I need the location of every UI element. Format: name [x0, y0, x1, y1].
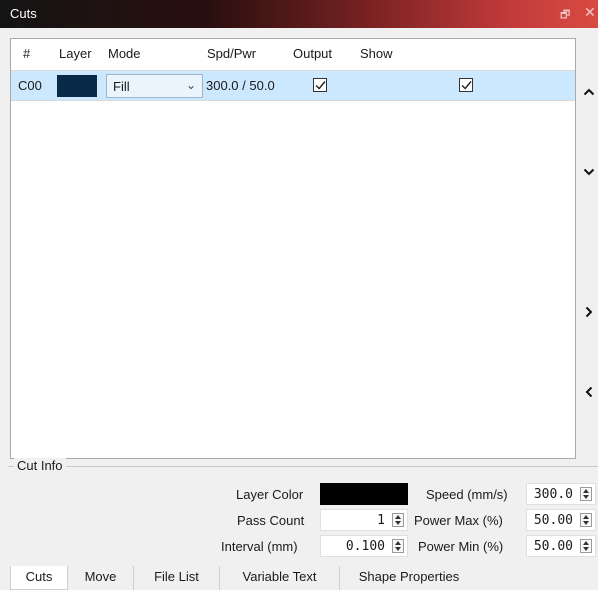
power-max-label: Power Max (%) [414, 513, 503, 528]
power-min-value: 50.00 [533, 539, 573, 554]
column-header-spd-pwr[interactable]: Spd/Pwr [207, 46, 256, 61]
move-down-button[interactable] [580, 156, 598, 186]
move-left-button[interactable] [580, 378, 598, 408]
move-right-button[interactable] [580, 298, 598, 328]
power-min-spinbox[interactable]: 50.00 [526, 535, 596, 557]
spin-arrows-icon[interactable] [580, 487, 592, 501]
table-row[interactable]: C00 Fill ⌄ 300.0 / 50.0 [11, 70, 575, 101]
column-header-output[interactable]: Output [293, 46, 332, 61]
pass-count-spinbox[interactable]: 1 [320, 509, 408, 531]
power-min-label: Power Min (%) [418, 539, 504, 554]
checkmark-icon [315, 81, 326, 90]
cuts-table: # Layer Mode Spd/Pwr Output Show C00 Fil… [10, 38, 576, 459]
close-icon[interactable]: ✕ [584, 4, 596, 21]
tab-variable-text[interactable]: Variable Text [220, 566, 340, 590]
layer-color-label: Layer Color [236, 487, 304, 502]
spd-pwr-value: 300.0 / 50.0 [206, 78, 275, 93]
column-header-show[interactable]: Show [360, 46, 393, 61]
column-header-mode[interactable]: Mode [108, 46, 141, 61]
column-header-layer[interactable]: Layer [59, 46, 92, 61]
spin-arrows-icon[interactable] [580, 513, 592, 527]
chevron-right-icon [585, 306, 593, 318]
interval-spinbox[interactable]: 0.100 [320, 535, 408, 557]
power-max-value: 50.00 [533, 513, 573, 528]
float-icon[interactable]: 🗗 [560, 6, 570, 25]
tab-shape-properties[interactable]: Shape Properties [340, 566, 478, 590]
row-id: C00 [18, 78, 42, 93]
pass-count-value: 1 [377, 513, 385, 528]
chevron-up-icon [583, 88, 595, 96]
tab-cuts[interactable]: Cuts [10, 566, 68, 590]
chevron-left-icon [585, 386, 593, 398]
panel-title: Cuts [10, 6, 37, 21]
cut-info-legend: Cut Info [14, 458, 66, 473]
output-checkbox[interactable] [313, 78, 327, 92]
chevron-down-icon: ⌄ [185, 78, 196, 92]
layer-color-picker[interactable] [320, 483, 408, 505]
power-max-spinbox[interactable]: 50.00 [526, 509, 596, 531]
bottom-tab-bar: Cuts Move File List Variable Text Shape … [10, 566, 598, 590]
mode-select[interactable]: Fill ⌄ [106, 74, 203, 98]
layer-color-swatch[interactable] [57, 75, 97, 97]
cut-info-group: Cut Info Layer Color Speed (mm/s) 300.0 … [8, 458, 598, 562]
tab-move[interactable]: Move [68, 566, 134, 590]
tab-file-list[interactable]: File List [134, 566, 220, 590]
interval-value: 0.100 [345, 539, 385, 554]
move-up-button[interactable] [580, 76, 598, 106]
spin-arrows-icon[interactable] [580, 539, 592, 553]
chevron-down-icon [583, 168, 595, 176]
pass-count-label: Pass Count [237, 513, 305, 528]
spin-arrows-icon[interactable] [392, 513, 404, 527]
mode-value: Fill [113, 79, 130, 94]
interval-label: Interval (mm) [221, 539, 298, 554]
speed-spinbox[interactable]: 300.0 [526, 483, 596, 505]
table-header: # Layer Mode Spd/Pwr Output Show [11, 39, 575, 69]
speed-value: 300.0 [533, 487, 573, 502]
panel-titlebar: Cuts 🗗 ✕ [0, 0, 598, 28]
checkmark-icon [461, 81, 472, 90]
speed-label: Speed (mm/s) [426, 487, 508, 502]
spin-arrows-icon[interactable] [392, 539, 404, 553]
show-checkbox[interactable] [459, 78, 473, 92]
column-header-number[interactable]: # [23, 46, 30, 61]
